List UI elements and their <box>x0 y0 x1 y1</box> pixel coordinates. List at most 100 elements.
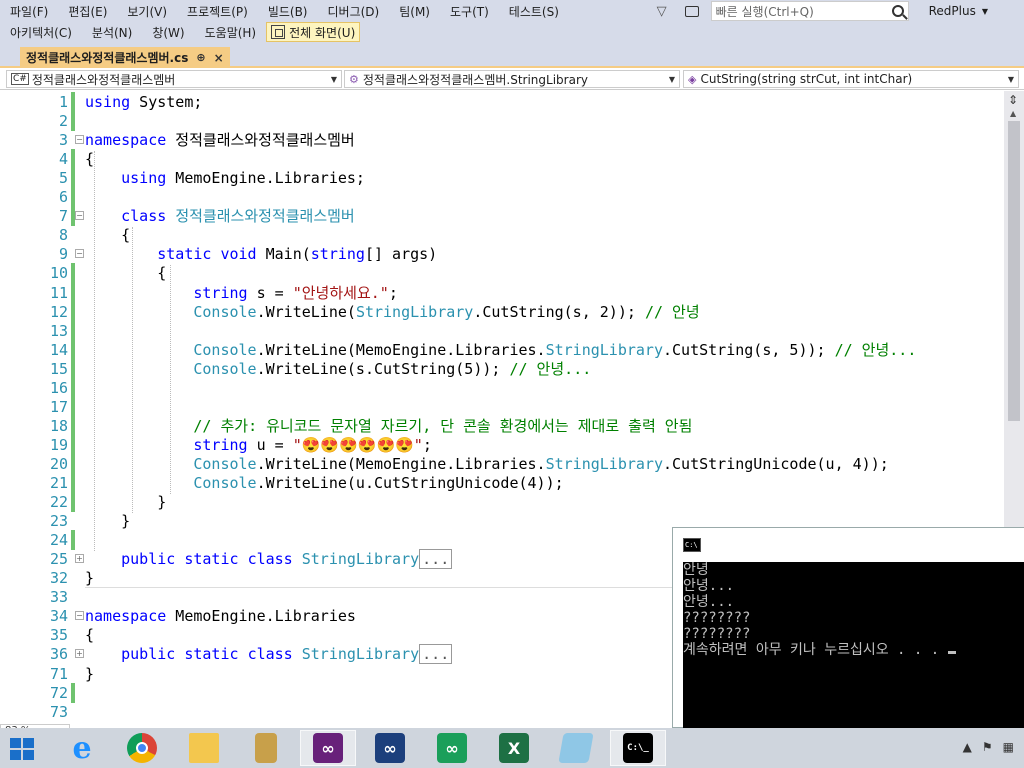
menu-item[interactable]: 팀(M) <box>389 3 440 20</box>
collapse-icon[interactable]: − <box>75 611 84 621</box>
console-titlebar[interactable]: C:\ <box>673 528 1024 562</box>
code-line[interactable]: 20 Console.WriteLine(MemoEngine.Librarie… <box>0 453 1004 474</box>
scrollbar-thumb[interactable] <box>1008 121 1020 421</box>
code-line[interactable]: 4{ <box>0 149 1004 170</box>
line-number: 19 <box>49 435 68 454</box>
collapse-icon[interactable]: − <box>75 135 84 145</box>
code-line[interactable]: 10 { <box>0 263 1004 284</box>
code-line[interactable]: 18 // 추가: 유니코드 문자열 자르기, 단 콘솔 환경에서는 제대로 출… <box>0 415 1004 436</box>
collapse-icon[interactable]: − <box>75 211 84 221</box>
menu-item[interactable]: 보기(V) <box>117 3 177 20</box>
code-token: 정적클래스와정적클래스멤버 <box>166 131 355 150</box>
system-tray: ▲ ⚑ ▦ <box>963 740 1014 754</box>
code-line[interactable]: 5 using MemoEngine.Libraries; <box>0 168 1004 189</box>
code-line[interactable]: 16 <box>0 377 1004 398</box>
menu-item[interactable]: 분석(N) <box>82 24 142 41</box>
project-dropdown[interactable]: C# 정적클래스와정적클래스멤버 ▼ <box>6 70 342 88</box>
code-line[interactable]: 13 <box>0 320 1004 341</box>
menu-item[interactable]: 파일(F) <box>0 3 58 20</box>
taskbar-file-explorer[interactable] <box>176 730 232 766</box>
code-line[interactable]: 2 <box>0 111 1004 132</box>
taskbar-excel[interactable]: X <box>486 730 542 766</box>
code-line[interactable]: 19 string u = "😍😍😍😍😍😍"; <box>0 434 1004 455</box>
taskbar-visual-studio-blue[interactable]: ∞ <box>362 730 418 766</box>
code-line[interactable]: 17 <box>0 396 1004 417</box>
flag-icon[interactable]: ⚑ <box>982 740 993 754</box>
taskbar-visual-studio-green[interactable]: ∞ <box>424 730 480 766</box>
code-line[interactable]: 6 <box>0 187 1004 208</box>
code-line[interactable]: 3− namespace 정적클래스와정적클래스멤버 <box>0 130 1004 150</box>
menu-item[interactable]: 아키텍처(C) <box>0 24 82 41</box>
code-text: Console.WriteLine(s.CutString(5)); // 안녕… <box>85 359 591 379</box>
code-token: public <box>121 550 176 569</box>
taskbar-console[interactable]: C:\_ <box>610 730 666 766</box>
code-line[interactable]: 7− class 정적클래스와정적클래스멤버 <box>0 206 1004 227</box>
console-window[interactable]: C:\ 안녕 안녕... 안녕...???????????????? 계속하려면 아무… <box>672 527 1024 729</box>
filter-icon[interactable]: ▽ <box>657 4 671 19</box>
line-number: 23 <box>49 512 68 531</box>
code-line[interactable]: 14 Console.WriteLine(MemoEngine.Librarie… <box>0 339 1004 360</box>
code-token: namespace <box>85 131 167 150</box>
chevron-up-icon[interactable]: ▲ <box>963 740 972 754</box>
change-indicator <box>71 263 75 284</box>
menu-item[interactable]: 프로젝트(P) <box>177 3 258 20</box>
code-line[interactable]: 21 Console.WriteLine(u.CutStringUnicode(… <box>0 473 1004 493</box>
start-button[interactable] <box>10 738 36 760</box>
code-text: { <box>85 149 94 169</box>
method-icon: ◈ <box>688 72 697 86</box>
menu-item[interactable]: 창(W) <box>142 24 194 41</box>
taskbar-chrome[interactable] <box>114 730 170 766</box>
pin-icon[interactable]: ⊕ <box>196 51 205 64</box>
code-token[interactable]: ... <box>419 549 453 570</box>
code-token: using <box>85 93 131 111</box>
code-token: } <box>85 512 131 531</box>
feedback-icon[interactable] <box>684 5 699 17</box>
collapse-icon[interactable]: − <box>75 249 84 259</box>
code-line[interactable]: 9− static void Main(string[] args) <box>0 244 1004 264</box>
change-indicator <box>71 149 75 170</box>
code-token[interactable]: ... <box>419 644 453 665</box>
fullscreen-button[interactable]: 전체 화면(U) <box>266 22 361 42</box>
line-number: 14 <box>49 340 68 359</box>
expand-icon[interactable]: + <box>75 554 84 564</box>
chevron-down-icon: ▼ <box>330 74 337 84</box>
taskbar-internet-explorer[interactable]: e <box>54 730 110 766</box>
chevron-down-icon: ▼ <box>1007 74 1014 84</box>
type-dropdown-value: 정적클래스와정적클래스멤버.StringLibrary <box>362 72 588 87</box>
menu-item[interactable]: 빌드(B) <box>258 3 318 20</box>
menu-item[interactable]: 도구(T) <box>440 3 499 20</box>
code-line[interactable]: 8 { <box>0 225 1004 245</box>
scroll-up-icon[interactable]: ▲ <box>1010 109 1016 118</box>
close-icon[interactable]: × <box>214 51 224 65</box>
user-menu[interactable]: RedPlus ▼ <box>929 4 988 18</box>
code-line[interactable]: 15 Console.WriteLine(s.CutString(5)); //… <box>0 358 1004 379</box>
menu-item[interactable]: 디버그(D) <box>318 3 390 20</box>
taskbar-visual-studio-purple[interactable]: ∞ <box>300 730 356 766</box>
split-icon[interactable]: ⇕ <box>1008 93 1018 107</box>
code-line[interactable]: 11 string s = "안녕하세요."; <box>0 282 1004 303</box>
code-line[interactable]: 12 Console.WriteLine(StringLibrary.CutSt… <box>0 301 1004 322</box>
menu-item[interactable]: 테스트(S) <box>499 3 569 20</box>
type-dropdown[interactable]: ⚙ 정적클래스와정적클래스멤버.StringLibrary ▼ <box>344 70 680 88</box>
taskbar-notepad[interactable] <box>548 730 604 766</box>
taskbar-tools[interactable] <box>238 730 294 766</box>
expand-icon[interactable]: + <box>75 649 84 659</box>
change-indicator <box>71 92 75 112</box>
quick-launch-input[interactable]: 빠른 실행(Ctrl+Q) <box>710 1 909 21</box>
search-icon[interactable] <box>891 5 904 17</box>
tab-document[interactable]: 정적클래스와정적클래스멤버.cs ⊕ × <box>20 47 230 68</box>
menu-item[interactable]: 도움말(H) <box>195 24 267 41</box>
console-line-text: ???????? <box>683 610 751 626</box>
menu-item[interactable]: 편집(E) <box>58 3 117 20</box>
code-line[interactable]: 1 using System; <box>0 92 1004 112</box>
code-text: Console.WriteLine(MemoEngine.Libraries.S… <box>85 454 888 474</box>
line-number: 10 <box>49 264 68 283</box>
network-icon[interactable]: ▦ <box>1003 740 1014 754</box>
member-dropdown[interactable]: ◈ CutString(string strCut, int intChar) … <box>683 70 1019 88</box>
code-line[interactable]: 22 } <box>0 492 1004 513</box>
